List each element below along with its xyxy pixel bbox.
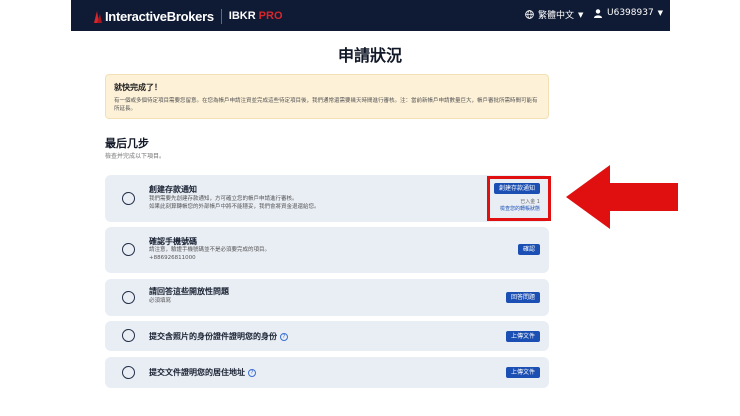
- chevron-down-icon: ▼: [578, 10, 584, 19]
- task-card-confirm-phone: 確認手機號碼 請注意，驗證手機號碼並不是必須要完成的項目。 +886926811…: [105, 227, 549, 273]
- task-description-line: 如果此刻算轉帳您的外部帳戶中將不能穩妥，我們會將資金退還給您。: [149, 204, 320, 210]
- task-card-open-questions: 請回答這些開放性問題 必須填寫 回答問題: [105, 279, 549, 316]
- task-card-photo-id: 提交含照片的身份證件證明您的身份? 上傳文件: [105, 321, 549, 351]
- confirm-phone-button[interactable]: 確認: [517, 244, 540, 255]
- task-card-proof-of-address: 提交文件證明您的居住地址? 上傳文件: [105, 357, 549, 388]
- brand-product: IBKR: [228, 10, 256, 22]
- task-title: 確認手機號碼: [149, 237, 197, 246]
- task-title-text: 提交文件證明您的居住地址: [149, 368, 245, 377]
- top-navigation-bar: InteractiveBrokers IBKR PRO 繁體中文 ▼ U6398…: [71, 0, 670, 31]
- task-radio[interactable]: [122, 192, 135, 205]
- notice-title: 就快完成了！: [114, 83, 162, 92]
- task-title: 創建存款通知: [149, 185, 197, 194]
- brand-logo[interactable]: InteractiveBrokers IBKR PRO: [94, 8, 283, 24]
- ib-logo-mark-icon: [94, 11, 102, 23]
- task-title: 提交含照片的身份證件證明您的身份?: [149, 331, 288, 342]
- annotation-highlight-box: [487, 176, 551, 221]
- phone-number: +886926811000: [149, 255, 196, 261]
- task-description-line: 必須填寫: [149, 298, 172, 304]
- task-radio[interactable]: [122, 243, 135, 256]
- upload-id-document-button[interactable]: 上傳文件: [505, 331, 540, 342]
- task-radio[interactable]: [122, 329, 135, 342]
- notice-body: 有一個或多個待定項目需要您留意。在您為帳戶申請注資並完成這些待定項目後，我們通常…: [114, 98, 538, 112]
- task-card-deposit-notification: 創建存款通知 我們需要先創建存款通知，方可確立您的帳戶申請進行審核。 如果此刻算…: [105, 175, 549, 222]
- username: U6398937: [607, 8, 654, 18]
- answer-questions-button[interactable]: 回答問題: [505, 292, 540, 303]
- task-description-line: 請注意，驗證手機號碼並不是必須要完成的項目。: [149, 247, 271, 253]
- task-radio[interactable]: [122, 291, 135, 304]
- task-radio[interactable]: [122, 366, 135, 379]
- steps-heading: 最后几步: [105, 137, 149, 150]
- upload-address-document-button[interactable]: 上傳文件: [505, 367, 540, 378]
- task-title-text: 提交含照片的身份證件證明您的身份: [149, 332, 277, 341]
- page-title: 申請狀況: [337, 46, 402, 65]
- task-title: 請回答這些開放性問題: [149, 287, 229, 296]
- globe-icon: [525, 10, 534, 19]
- language-label: 繁體中文: [538, 11, 575, 21]
- steps-subtitle: 檢查并完成以下項目。: [105, 153, 166, 160]
- task-description-line: 我們需要先創建存款通知，方可確立您的帳戶申請進行審核。: [149, 196, 298, 202]
- notice-banner: 就快完成了！ 有一個或多個待定項目需要您留意。在您為帳戶申請注資並完成這些待定項…: [105, 74, 549, 119]
- brand-divider: [220, 8, 222, 24]
- annotation-arrow-left-icon: [566, 165, 678, 229]
- brand-name: InteractiveBrokers: [105, 8, 214, 24]
- help-icon[interactable]: ?: [280, 332, 288, 341]
- language-selector[interactable]: 繁體中文 ▼: [525, 8, 583, 21]
- chevron-down-icon: ▼: [657, 9, 664, 17]
- brand-tier: PRO: [258, 10, 283, 22]
- help-icon[interactable]: ?: [248, 368, 256, 377]
- task-title: 提交文件證明您的居住地址?: [149, 367, 256, 378]
- user-menu[interactable]: U6398937 ▼: [594, 8, 663, 18]
- user-icon: [594, 8, 602, 18]
